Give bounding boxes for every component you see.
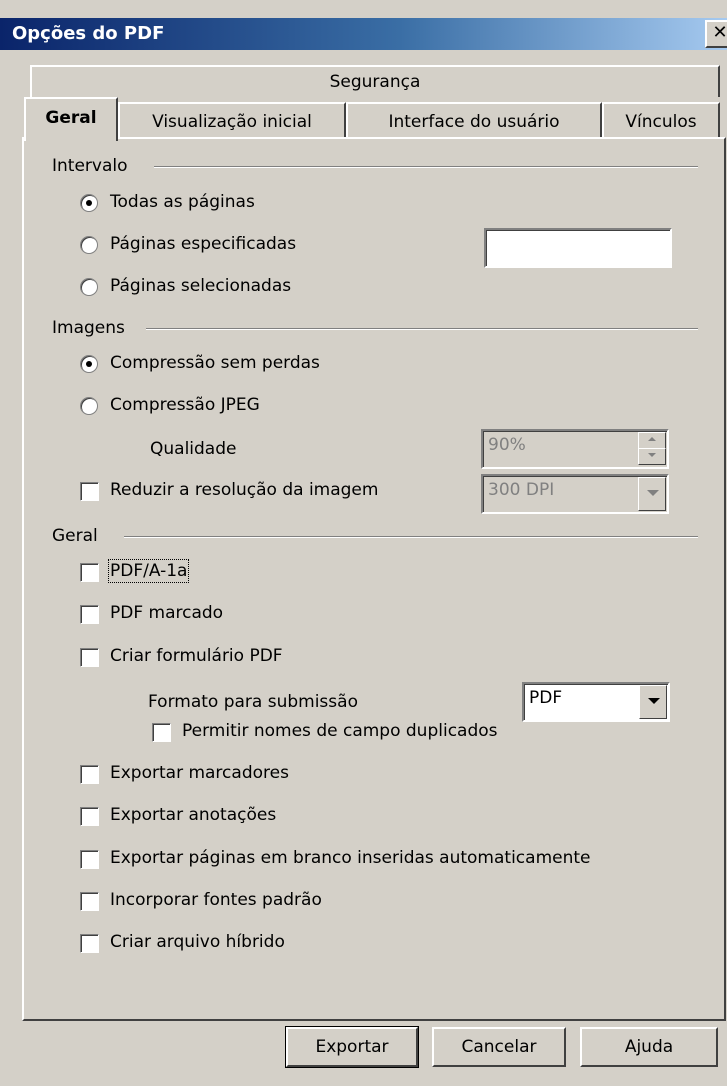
checkbox-exportar-paginas-branco[interactable] (80, 850, 99, 869)
quality-label: Qualidade (150, 439, 237, 459)
tab-label: Geral (45, 108, 97, 128)
quality-spinbox[interactable]: 90% (481, 429, 669, 469)
radio-compressao-jpeg-label[interactable]: Compressão JPEG (110, 395, 260, 415)
section-divider (154, 166, 698, 168)
close-button[interactable]: ✕ (705, 20, 727, 48)
tab-label: Interface do usuário (388, 112, 560, 132)
chevron-up-icon (648, 437, 656, 441)
submit-format-label: Formato para submissão (148, 692, 358, 712)
radio-todas-paginas[interactable] (80, 194, 98, 212)
dialog-title: Opções do PDF (12, 23, 165, 44)
checkbox-incorporar-fontes-label[interactable]: Incorporar fontes padrão (110, 890, 322, 910)
checkbox-criar-arquivo-hibrido[interactable] (80, 934, 99, 953)
checkbox-pdfa-label[interactable]: PDF/A-1a (107, 559, 190, 583)
checkbox-criar-formulario[interactable] (80, 648, 99, 667)
tab-seguranca[interactable]: Segurança (30, 65, 720, 97)
pages-input[interactable] (484, 228, 672, 268)
chevron-down-icon (648, 453, 656, 457)
section-imagens-title: Imagens (52, 318, 125, 338)
checkbox-pdfa[interactable] (80, 563, 99, 582)
checkbox-incorporar-fontes[interactable] (80, 892, 99, 911)
spin-up-button[interactable] (638, 432, 666, 449)
chevron-down-icon (647, 490, 659, 496)
checkbox-reduzir-resolucao-label[interactable]: Reduzir a resolução da imagem (110, 480, 378, 500)
tab-interface-do-usuario[interactable]: Interface do usuário (346, 102, 602, 138)
radio-compressao-sem-perdas-label[interactable]: Compressão sem perdas (110, 353, 320, 373)
help-button-label: Ajuda (624, 1037, 674, 1057)
checkbox-pdf-marcado[interactable] (80, 605, 99, 624)
title-bar: Opções do PDF ✕ (0, 18, 727, 50)
section-geral-title: Geral (52, 526, 98, 546)
cancel-button-label: Cancelar (461, 1037, 537, 1057)
quality-value: 90% (488, 435, 526, 455)
section-intervalo-title: Intervalo (52, 156, 128, 176)
radio-paginas-selecionadas-label[interactable]: Páginas selecionadas (110, 276, 291, 296)
export-button-label: Exportar (315, 1037, 389, 1057)
radio-paginas-selecionadas[interactable] (80, 278, 98, 296)
cancel-button[interactable]: Cancelar (432, 1027, 566, 1067)
radio-todas-paginas-label[interactable]: Todas as páginas (110, 192, 255, 212)
checkbox-exportar-marcadores[interactable] (80, 765, 99, 784)
submit-format-dropdown-button[interactable] (639, 685, 667, 719)
export-button[interactable]: Exportar (285, 1026, 419, 1068)
radio-paginas-especificadas-label[interactable]: Páginas especificadas (110, 234, 296, 254)
resolution-value: 300 DPI (488, 480, 555, 500)
tab-label: Visualização inicial (152, 112, 312, 132)
checkbox-exportar-anotacoes[interactable] (80, 807, 99, 826)
tab-vinculos[interactable]: Vínculos (602, 102, 720, 138)
radio-compressao-jpeg[interactable] (80, 397, 98, 415)
close-icon: ✕ (712, 22, 727, 43)
checkbox-exportar-paginas-branco-label[interactable]: Exportar páginas em branco inseridas aut… (110, 848, 590, 868)
checkbox-reduzir-resolucao[interactable] (80, 482, 99, 501)
help-button[interactable]: Ajuda (580, 1027, 718, 1067)
checkbox-exportar-marcadores-label[interactable]: Exportar marcadores (110, 763, 289, 783)
checkbox-criar-formulario-label[interactable]: Criar formulário PDF (110, 646, 283, 666)
tab-label: Vínculos (625, 112, 697, 132)
section-divider (146, 328, 698, 330)
pdf-options-dialog: Opções do PDF ✕ Segurança Geral Visualiz… (0, 0, 727, 1086)
section-divider (124, 536, 698, 538)
tab-label: Segurança (329, 72, 421, 92)
radio-paginas-especificadas[interactable] (80, 236, 98, 254)
checkbox-permitir-nomes-duplicados[interactable] (152, 723, 171, 742)
submit-format-value: PDF (529, 688, 563, 708)
spin-down-button[interactable] (638, 448, 666, 465)
chevron-down-icon (648, 698, 660, 704)
radio-compressao-sem-perdas[interactable] (80, 355, 98, 373)
checkbox-permitir-nomes-duplicados-label[interactable]: Permitir nomes de campo duplicados (182, 721, 498, 741)
checkbox-exportar-anotacoes-label[interactable]: Exportar anotações (110, 805, 276, 825)
checkbox-criar-arquivo-hibrido-label[interactable]: Criar arquivo híbrido (110, 932, 285, 952)
tab-geral[interactable]: Geral (24, 97, 118, 141)
tab-visualizacao-inicial[interactable]: Visualização inicial (118, 102, 346, 138)
checkbox-pdf-marcado-label[interactable]: PDF marcado (110, 603, 223, 623)
submit-format-select[interactable]: PDF (522, 682, 670, 722)
resolution-dropdown-button[interactable] (638, 477, 666, 511)
resolution-combo[interactable]: 300 DPI (481, 474, 669, 514)
